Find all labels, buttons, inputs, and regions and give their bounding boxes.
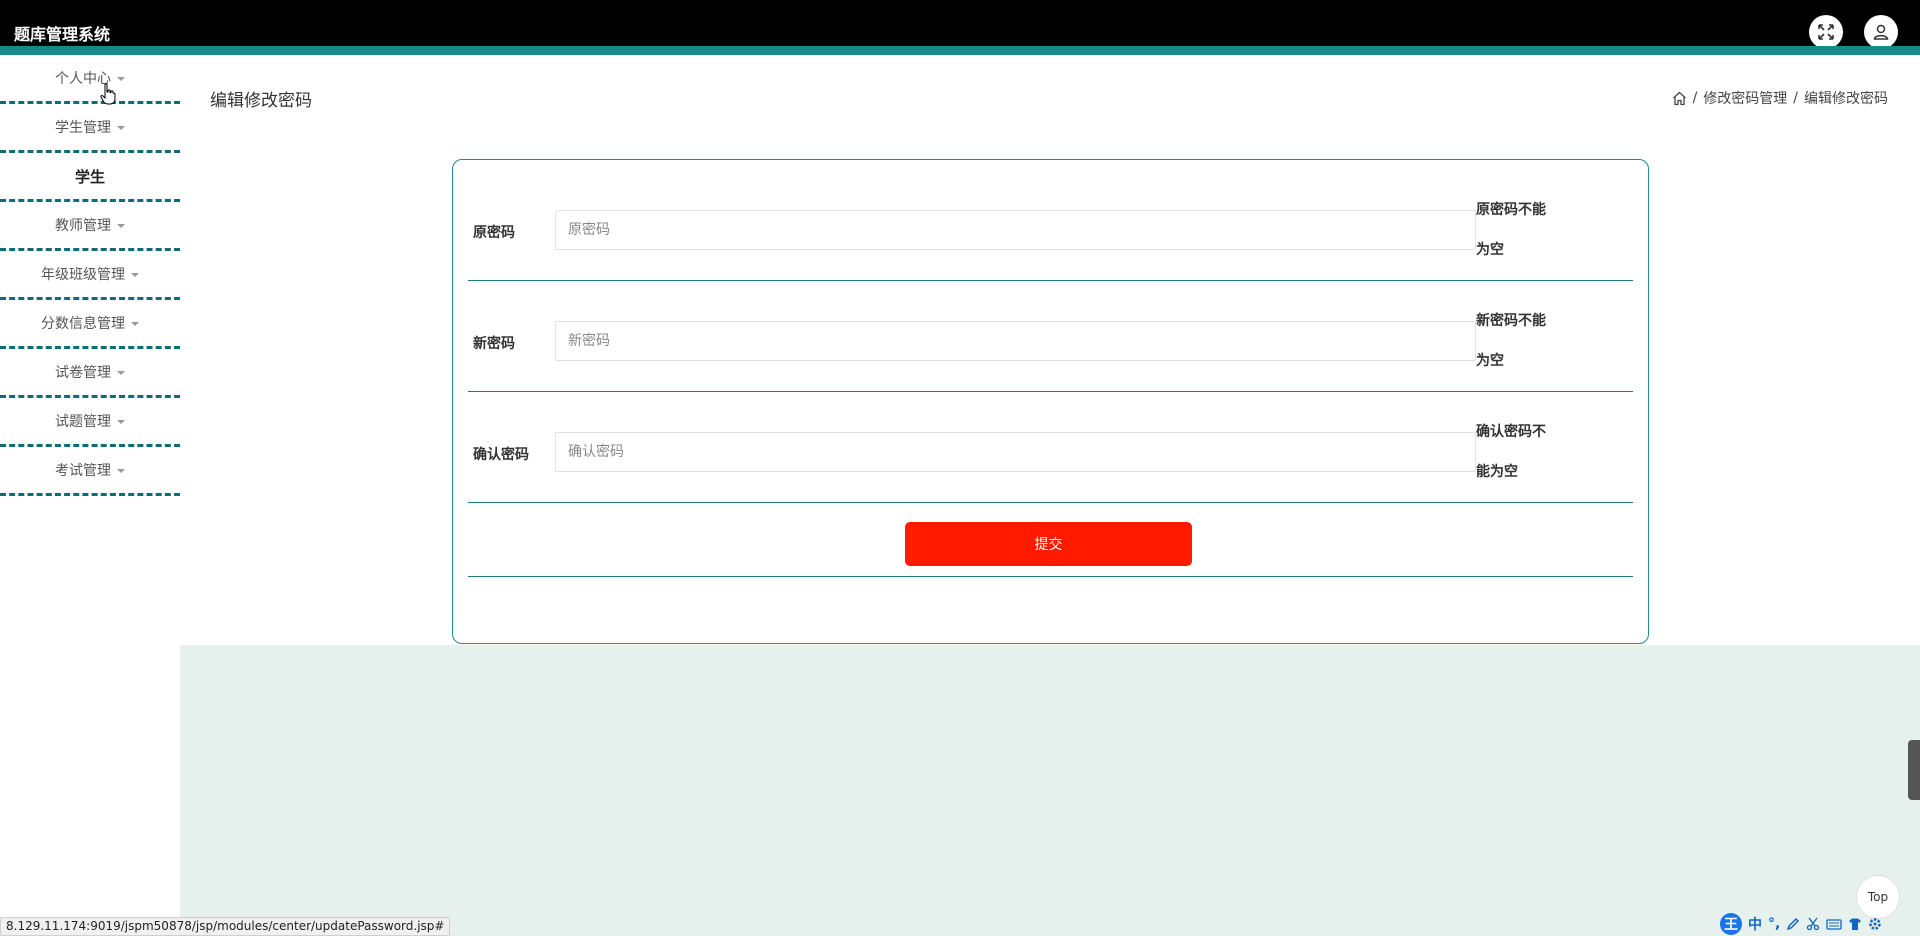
old-password-label: 原密码	[473, 225, 515, 241]
submit-button[interactable]: 提交	[905, 522, 1192, 566]
sidebar-item-label: 考试管理	[55, 463, 111, 479]
pen-icon[interactable]	[1786, 917, 1800, 931]
settings-gear-icon[interactable]	[1868, 917, 1882, 931]
status-bar-url: 8.129.11.174:9019/jspm50878/jsp/modules/…	[0, 917, 451, 936]
header-accent-strip	[0, 46, 1920, 55]
content-background-panel	[180, 645, 1920, 936]
form-row-old-password: 原密码 原密码不能为空	[468, 160, 1633, 281]
sidebar: 个人中心 学生管理 学生 教师管理 年级班级管理 分数信息管理 试卷管理 试题管…	[0, 55, 180, 936]
sidebar-item-student[interactable]: 学生	[0, 153, 180, 202]
breadcrumb: / 修改密码管理 / 编辑修改密码	[1672, 88, 1888, 108]
sidebar-item-exam-management[interactable]: 考试管理	[0, 447, 180, 496]
ime-chinese-mode[interactable]: 中	[1748, 914, 1762, 934]
confirm-password-label: 确认密码	[473, 447, 529, 463]
new-password-input[interactable]	[555, 321, 1476, 361]
sidebar-item-student-management[interactable]: 学生管理	[0, 104, 180, 153]
sidebar-item-label: 试题管理	[55, 414, 111, 430]
ime-logo-icon[interactable]: 王	[1720, 912, 1742, 935]
caret-down-icon	[131, 273, 139, 277]
sidebar-item-question-management[interactable]: 试题管理	[0, 398, 180, 447]
skin-icon[interactable]	[1848, 917, 1862, 931]
caret-down-icon	[131, 322, 139, 326]
sidebar-item-grade-class-management[interactable]: 年级班级管理	[0, 251, 180, 300]
old-password-input[interactable]	[555, 210, 1476, 250]
sidebar-item-label: 学生	[74, 167, 105, 186]
caret-down-icon	[117, 469, 125, 473]
confirm-password-error: 确认密码不能为空	[1476, 424, 1546, 480]
fullscreen-button[interactable]	[1809, 15, 1843, 49]
caret-down-icon	[117, 224, 125, 228]
keyboard-icon[interactable]	[1826, 917, 1842, 931]
form-row-confirm-password: 确认密码 确认密码不能为空	[468, 392, 1633, 503]
change-password-form: 原密码 原密码不能为空 新密码 新密码不能为空 确认密码 确认密码不能为空 提交	[452, 159, 1649, 644]
caret-down-icon	[117, 420, 125, 424]
scissors-icon[interactable]	[1806, 917, 1820, 931]
app-title: 题库管理系统	[14, 25, 111, 44]
ime-punctuation-mode[interactable]: °,	[1768, 916, 1780, 932]
confirm-password-input[interactable]	[555, 432, 1476, 472]
breadcrumb-separator: /	[1692, 90, 1698, 106]
sidebar-item-teacher-management[interactable]: 教师管理	[0, 202, 180, 251]
new-password-label: 新密码	[473, 336, 515, 352]
top-header: 题库管理系统	[0, 0, 1920, 55]
sidebar-item-paper-management[interactable]: 试卷管理	[0, 349, 180, 398]
breadcrumb-item-edit-password: 编辑修改密码	[1804, 91, 1888, 107]
breadcrumb-separator: /	[1793, 90, 1798, 106]
sidebar-item-personal-center[interactable]: 个人中心	[0, 55, 180, 104]
form-row-new-password: 新密码 新密码不能为空	[468, 281, 1633, 392]
caret-down-icon	[117, 77, 125, 81]
caret-down-icon	[117, 371, 125, 375]
hand-pointer-icon	[100, 83, 116, 105]
sidebar-item-label: 分数信息管理	[41, 316, 125, 332]
sidebar-item-label: 学生管理	[55, 120, 111, 136]
new-password-error: 新密码不能为空	[1476, 313, 1546, 369]
side-panel-handle[interactable]	[1908, 740, 1920, 800]
sidebar-item-label: 教师管理	[55, 218, 111, 234]
breadcrumb-item-password-management[interactable]: 修改密码管理	[1703, 88, 1787, 108]
user-button[interactable]	[1864, 15, 1898, 49]
home-icon[interactable]	[1672, 91, 1687, 106]
ime-toolbar: 王 中 °,	[1720, 911, 1920, 936]
page-title: 编辑修改密码	[210, 91, 312, 111]
caret-down-icon	[117, 126, 125, 130]
sidebar-item-label: 试卷管理	[55, 365, 111, 381]
fullscreen-icon	[1818, 24, 1834, 40]
old-password-error: 原密码不能为空	[1476, 202, 1546, 258]
sidebar-item-label: 年级班级管理	[41, 267, 125, 283]
sidebar-item-score-management[interactable]: 分数信息管理	[0, 300, 180, 349]
user-icon	[1873, 24, 1889, 40]
